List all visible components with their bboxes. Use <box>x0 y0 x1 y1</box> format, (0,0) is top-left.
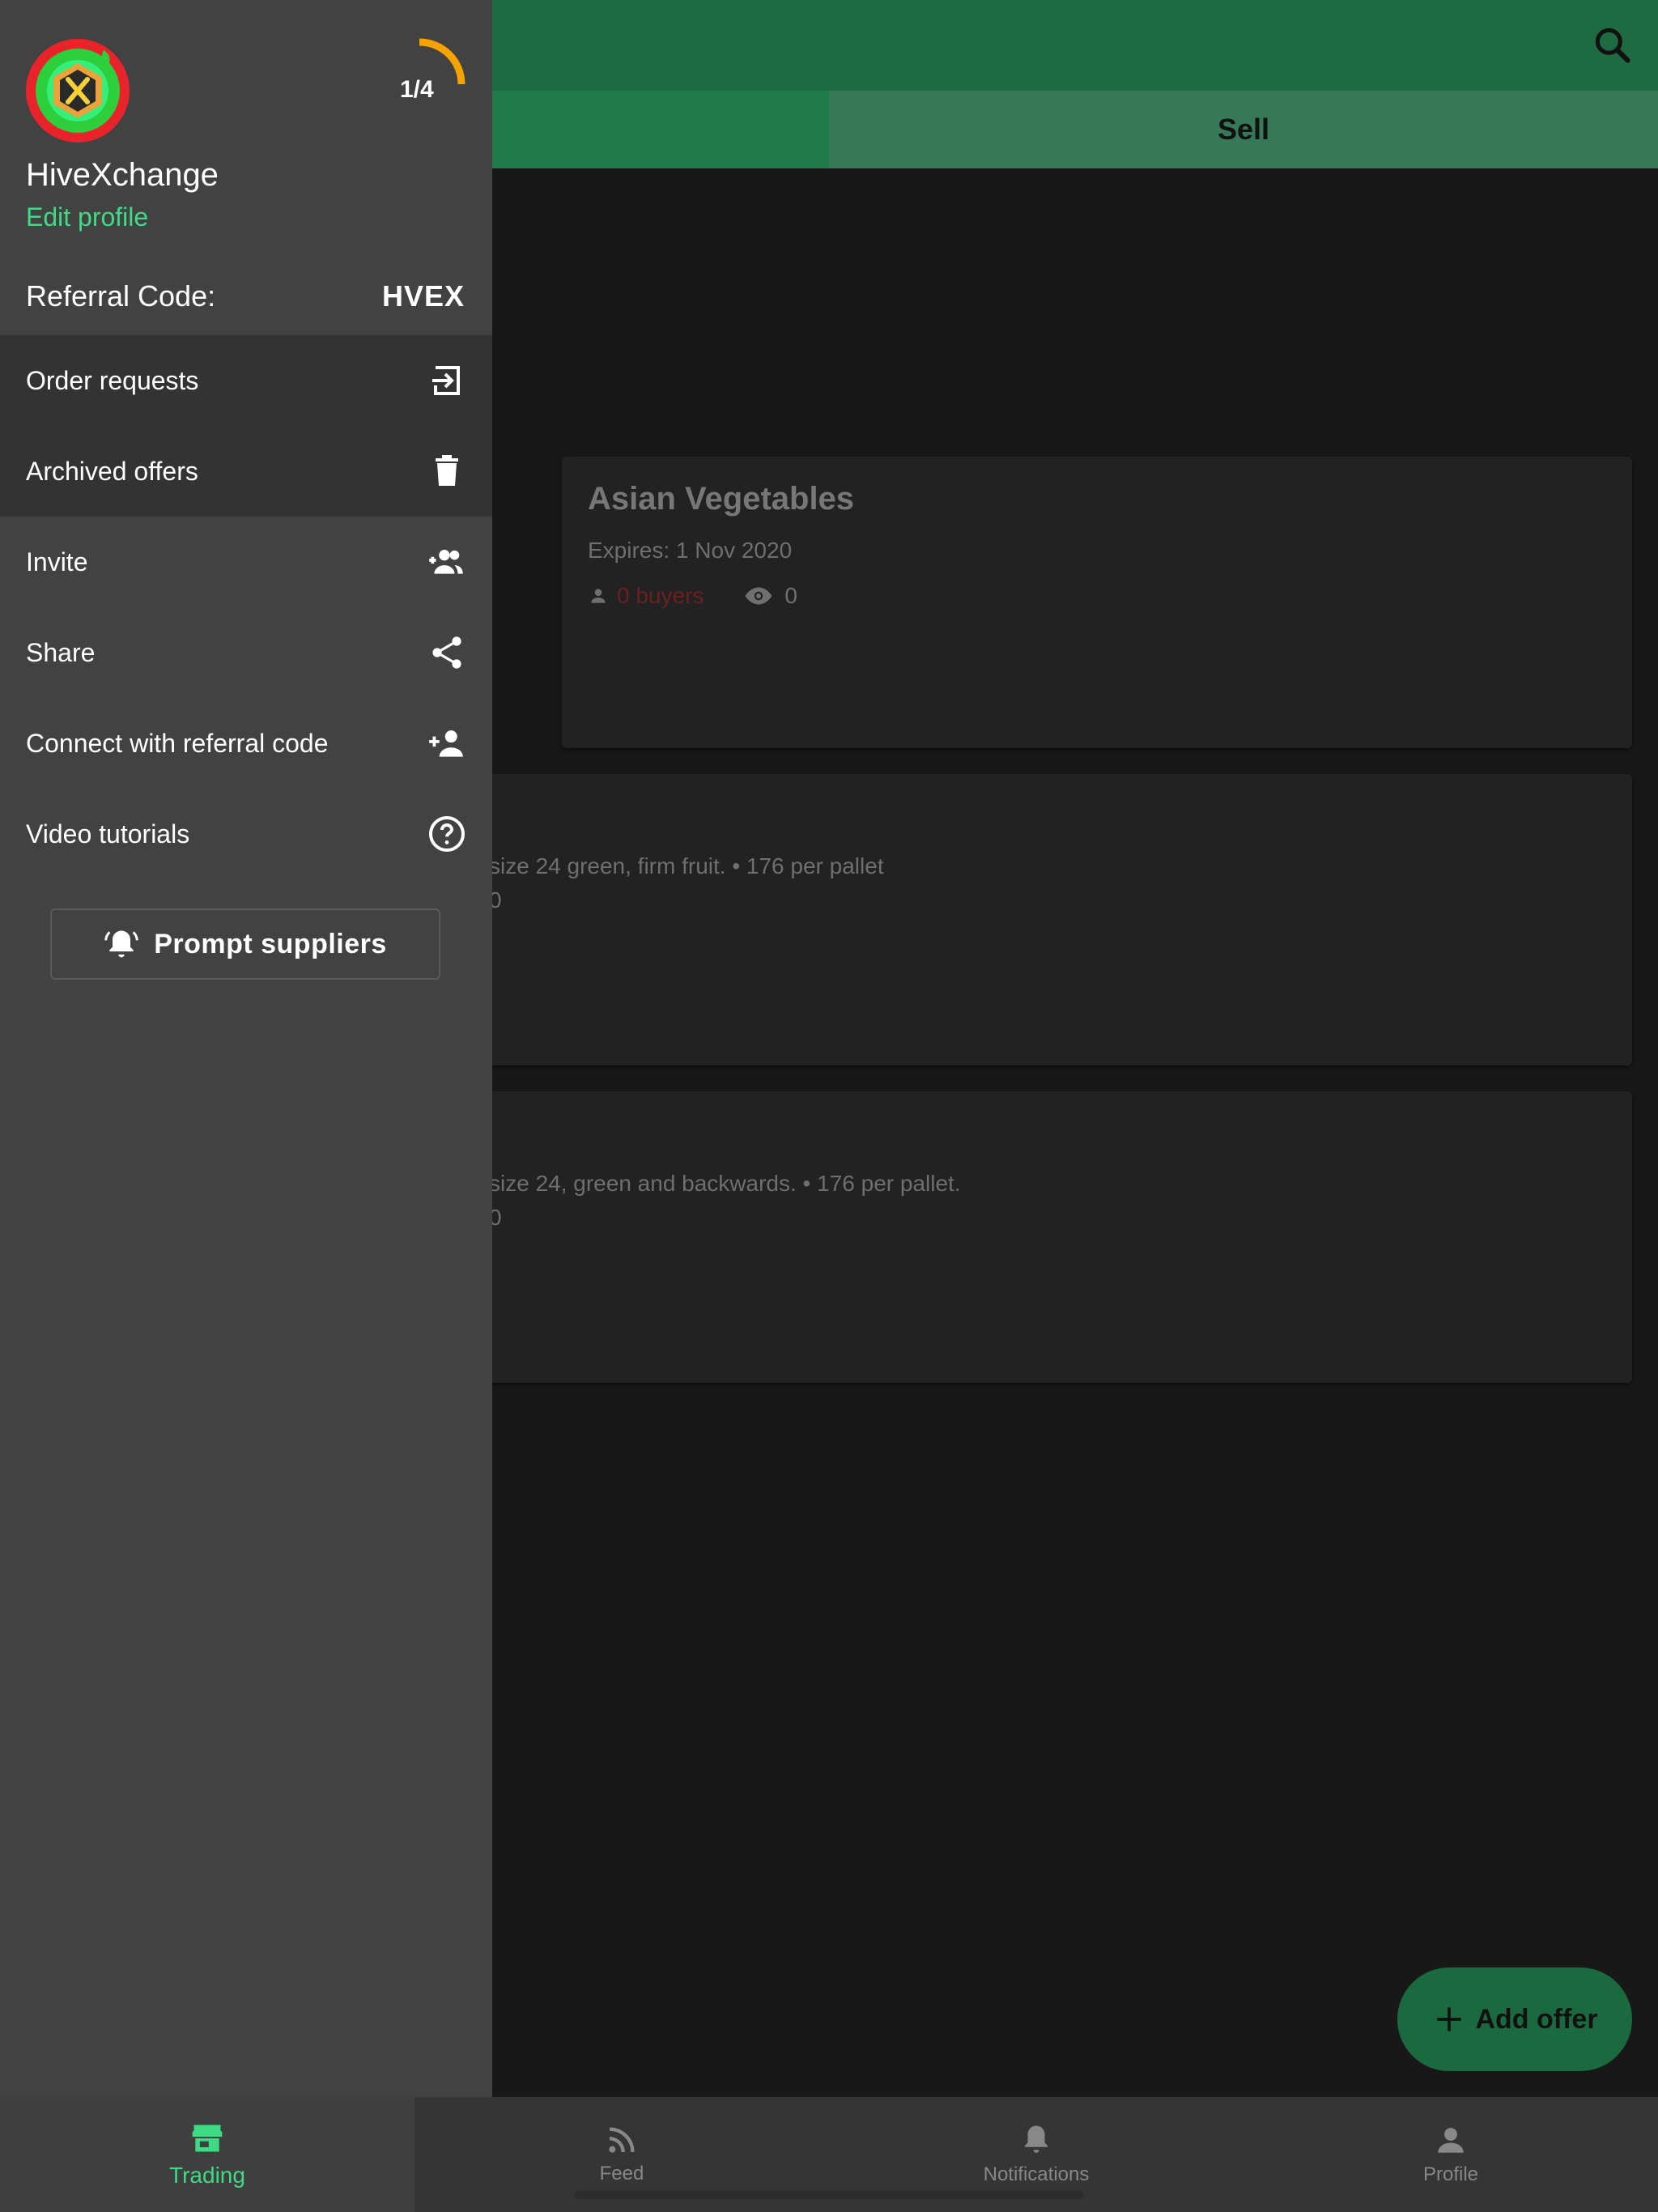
views-count: 0 <box>784 583 797 608</box>
menu-item-archived-offers[interactable]: Archived offers <box>0 426 492 517</box>
add-offer-button[interactable]: Add offer <box>1397 1967 1632 2071</box>
trash-icon <box>436 455 458 486</box>
menu-item-label: Invite <box>26 547 88 576</box>
nav-label: Feed <box>599 2163 644 2184</box>
offer-stats: 0 buyers 0 <box>588 581 797 610</box>
offer-title: Asian Vegetables <box>588 481 855 517</box>
store-icon <box>192 2125 223 2152</box>
nav-label: Profile <box>1422 2163 1479 2185</box>
navigation-drawer: 1/4 HiveXchange Edit profile Referral Co… <box>0 0 492 2097</box>
profile-progress-text: 1/4 <box>400 76 434 103</box>
group-add-icon <box>429 550 463 574</box>
nav-label: Trading <box>169 2163 245 2188</box>
login-icon <box>432 366 460 395</box>
tab-sell[interactable]: Sell <box>829 91 1658 168</box>
drawer-menu: Order requests Archived offers Invite Sh… <box>0 335 492 879</box>
offer-description: size 24 green, firm fruit. • 176 per pal… <box>489 853 884 878</box>
menu-item-label: Connect with referral code <box>26 728 329 758</box>
alarm-bell-icon <box>104 930 138 958</box>
menu-item-label: Video tutorials <box>26 819 190 849</box>
rss-icon <box>609 2127 635 2153</box>
referral-code: HVEX <box>381 279 465 313</box>
nav-item-trading[interactable]: Trading <box>0 2097 414 2212</box>
prompt-suppliers-label: Prompt suppliers <box>154 928 387 959</box>
eye-icon <box>745 587 772 605</box>
offer-card[interactable]: Asian Vegetables Expires: 1 Nov 2020 0 b… <box>562 457 1632 748</box>
bell-icon <box>1025 2125 1048 2153</box>
menu-item-label: Order requests <box>26 365 199 395</box>
offer-expiry: Expires: 1 Nov 2020 <box>588 538 793 563</box>
share-icon <box>432 636 461 669</box>
help-circle-icon <box>429 816 465 852</box>
person-add-icon <box>429 730 463 757</box>
menu-item-label: Archived offers <box>26 456 198 486</box>
app-logo <box>26 39 130 143</box>
referral-label: Referral Code: <box>26 279 216 313</box>
search-button[interactable] <box>1590 23 1635 68</box>
add-offer-label: Add offer <box>1475 2003 1598 2035</box>
prompt-suppliers-button[interactable]: Prompt suppliers <box>50 908 440 980</box>
menu-item-video-tutorials[interactable]: Video tutorials <box>0 789 492 879</box>
person-icon <box>591 589 606 603</box>
menu-item-connect-referral[interactable]: Connect with referral code <box>0 698 492 789</box>
edit-profile-link[interactable]: Edit profile <box>26 202 148 232</box>
menu-item-order-requests[interactable]: Order requests <box>0 335 492 426</box>
menu-item-share[interactable]: Share <box>0 607 492 698</box>
nav-item-profile[interactable]: Profile <box>1244 2097 1658 2212</box>
offer-description: size 24, green and backwards. • 176 per … <box>489 1171 961 1196</box>
nav-label: Notifications <box>983 2163 1090 2185</box>
buyers-count: 0 buyers <box>617 583 704 608</box>
menu-item-label: Share <box>26 637 96 667</box>
home-indicator <box>575 2191 1083 2199</box>
referral-code-row: Referral Code: HVEX <box>0 261 492 332</box>
plus-icon <box>1437 2007 1462 2031</box>
person-icon <box>1438 2128 1464 2153</box>
menu-item-invite[interactable]: Invite <box>0 517 492 607</box>
search-icon <box>1595 28 1630 63</box>
app-name: HiveXchange <box>26 157 219 193</box>
